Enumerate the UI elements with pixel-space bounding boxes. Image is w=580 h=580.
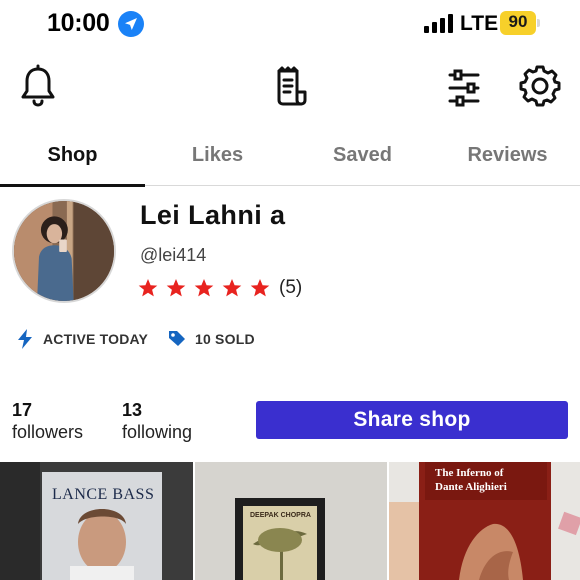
book-cover-image — [389, 462, 580, 580]
listing-subtitle: Dante Alighieri — [435, 481, 507, 493]
star-icon — [194, 279, 214, 297]
sold-count-label: 10 SOLD — [195, 331, 255, 347]
avatar[interactable] — [12, 199, 116, 303]
shop-handle: @lei414 — [140, 245, 207, 265]
status-time: 10:00 — [47, 9, 110, 37]
following-stat[interactable]: 13 following — [122, 400, 192, 443]
star-icon — [166, 279, 186, 297]
listing-tile[interactable]: DEEPAK CHOPRA — [195, 462, 387, 580]
bell-icon[interactable] — [14, 62, 62, 110]
price-tag-icon — [169, 331, 185, 346]
lightning-bolt-icon — [18, 329, 32, 349]
listing-title: The Inferno of — [435, 467, 504, 479]
location-arrow-icon — [118, 11, 144, 37]
battery-level: 90 — [508, 12, 528, 31]
followers-count: 17 — [12, 400, 33, 420]
tab-likes[interactable]: Likes — [145, 133, 290, 186]
sold-count-badge: 10 SOLD — [168, 328, 255, 350]
tab-saved[interactable]: Saved — [290, 133, 435, 186]
review-count: (5) — [279, 277, 303, 298]
filter-sliders-icon[interactable] — [440, 62, 488, 110]
star-icon — [138, 279, 158, 297]
star-icon — [250, 279, 270, 297]
share-shop-button[interactable]: Share shop — [256, 401, 568, 439]
shop-name: Lei Lahni a — [140, 200, 286, 230]
tab-shop[interactable]: Shop — [0, 133, 145, 187]
listing-title: LANCE BASS — [52, 486, 155, 503]
profile-tabs: Shop Likes Saved Reviews — [0, 133, 580, 187]
active-today-badge: ACTIVE TODAY — [16, 328, 148, 350]
network-type: LTE — [460, 12, 499, 35]
book-cover-image — [0, 462, 193, 580]
followers-label: followers — [12, 422, 84, 442]
following-count: 13 — [122, 400, 143, 420]
rating-stars[interactable]: (5) — [138, 276, 302, 300]
star-icon — [222, 279, 242, 297]
status-bar: 10:00 LTE 90 — [0, 0, 580, 50]
receipt-icon[interactable] — [266, 62, 314, 110]
top-toolbar — [0, 62, 580, 116]
signal-bars-icon — [424, 13, 454, 33]
followers-stat[interactable]: 17 followers — [12, 400, 83, 443]
gear-icon[interactable] — [516, 62, 564, 110]
following-label: following — [122, 422, 193, 442]
listing-title: DEEPAK CHOPRA — [250, 512, 311, 519]
listing-tile[interactable]: LANCE BASS — [0, 462, 193, 580]
listing-grid: LANCE BASS DEEPAK CHOPRA The Inferno of … — [0, 462, 580, 580]
listing-tile[interactable]: The Inferno of Dante Alighieri — [389, 462, 580, 580]
book-cover-image — [195, 462, 387, 580]
tab-reviews[interactable]: Reviews — [435, 133, 580, 186]
active-today-label: ACTIVE TODAY — [43, 331, 149, 347]
battery-icon: 90 — [500, 11, 540, 35]
